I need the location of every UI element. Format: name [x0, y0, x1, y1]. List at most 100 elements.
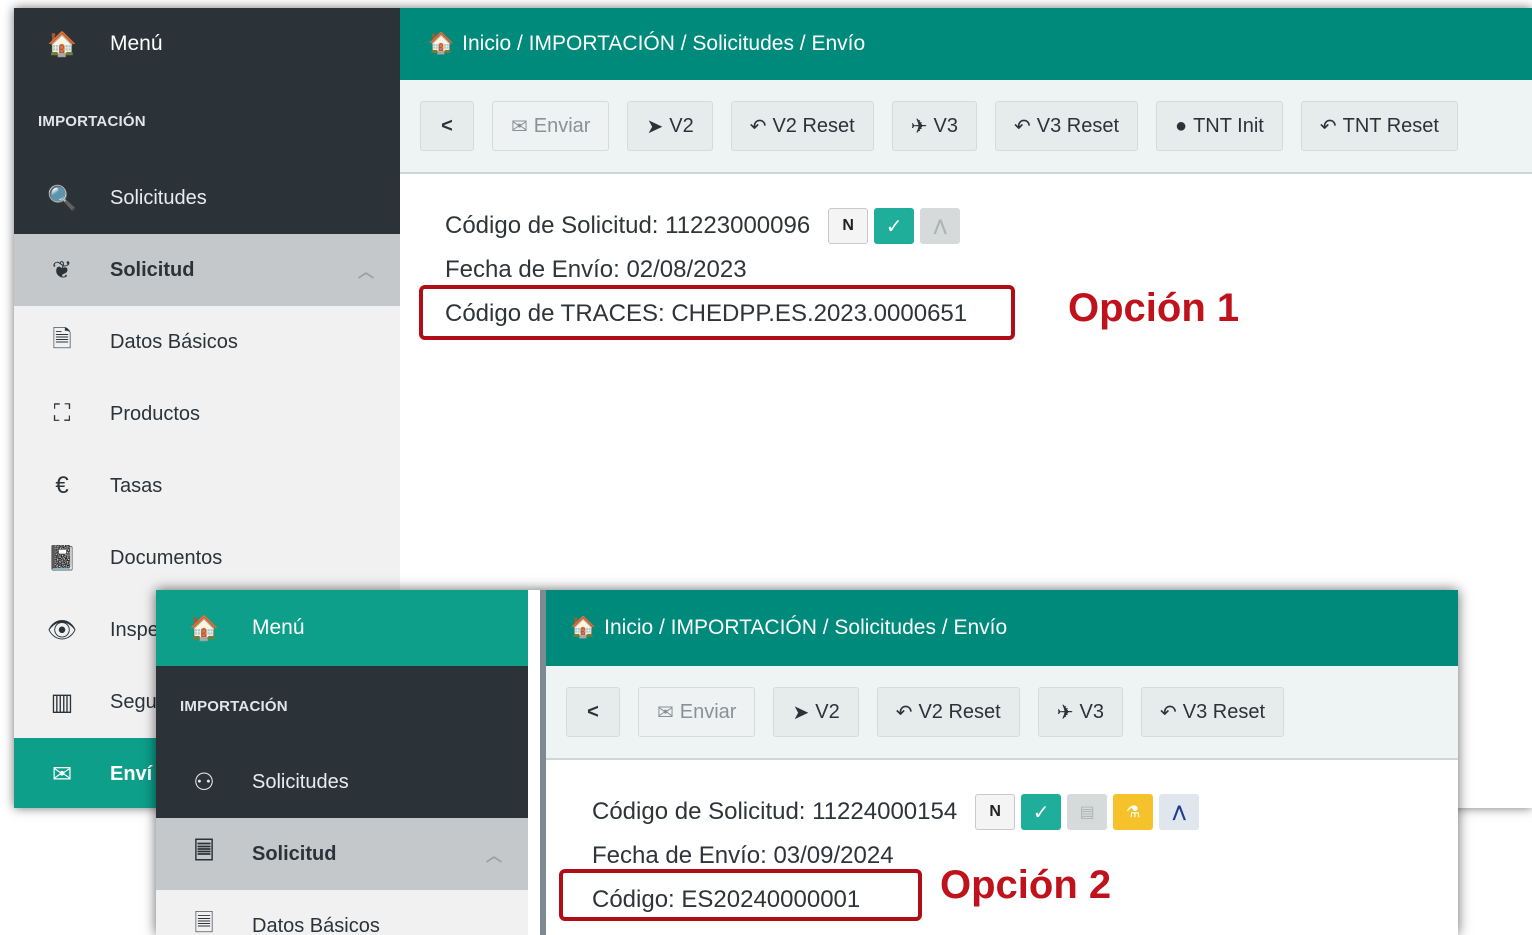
v2-reset-label: V2 Reset — [918, 700, 1001, 723]
chevron-up-icon: ︿ — [485, 848, 502, 865]
sidebar-item-productos[interactable]: ⛶ Productos — [14, 378, 400, 450]
sidebar-item-tasas[interactable]: € Tasas — [14, 450, 400, 522]
eye-icon: 👁 — [46, 616, 78, 644]
paper-plane-icon: ➤ — [646, 115, 664, 138]
check-icon[interactable]: ✓ — [1021, 794, 1062, 830]
menu-label: Menú — [110, 32, 163, 55]
back-button[interactable]: < — [566, 687, 620, 737]
check-icon[interactable]: ✓ — [874, 208, 915, 244]
reply-icon: ↶ — [1319, 115, 1337, 138]
v3-reset-button[interactable]: ↶ V3 Reset — [1140, 687, 1284, 737]
v2-reset-label: V2 Reset — [772, 114, 855, 137]
sidebar-menu-toggle[interactable]: 🏠 Menú — [156, 590, 528, 666]
reply-icon: ↶ — [1159, 701, 1177, 724]
sidebar-item-documentos[interactable]: 📓 Documentos — [14, 522, 400, 594]
v3-reset-label: V3 Reset — [1036, 114, 1119, 137]
chevron-up-icon: ︿ — [357, 264, 374, 281]
status-badges: N ✓ ⋀ — [828, 208, 961, 244]
codigo-solicitud-row: Código de Solicitud: 11224000154 N ✓ ▤ ⚗… — [592, 790, 1458, 834]
aeat-logo-icon[interactable]: ⋀ — [1159, 794, 1200, 830]
back-button[interactable]: < — [420, 101, 474, 151]
home-icon: 🏠 — [189, 614, 219, 642]
codigo-solicitud-text: Código de Solicitud: 11223000096 — [445, 212, 811, 239]
codigo-solicitud-row: Código de Solicitud: 11223000096 N ✓ ⋀ — [445, 204, 1532, 248]
tnt-init-button[interactable]: ● TNT Init — [1156, 101, 1283, 151]
sidebar-section-title: IMPORTACIÓN — [156, 666, 528, 746]
reply-icon: ↶ — [749, 115, 767, 138]
euro-icon: € — [55, 472, 69, 499]
status-badges: N ✓ ▤ ⚗ ⋀ — [975, 794, 1200, 830]
sidebar-item-label: Solicitudes — [252, 770, 349, 793]
toolbar: < ✉ Enviar ➤ V2 ↶ V2 Reset ✈ V3 ↶ V3 Reset ● T… — [400, 80, 1532, 174]
aeat-logo-icon[interactable]: ⋀ — [920, 208, 961, 244]
cubes-icon: ⛶ — [53, 400, 71, 427]
list-doc-icon: 🗏 — [194, 909, 214, 935]
flask-icon[interactable]: ⚗ — [1113, 794, 1154, 830]
tnt-reset-label: TNT Reset — [1342, 114, 1439, 137]
sidebar-item-label: Tasas — [110, 474, 163, 497]
v2-label: V2 — [815, 700, 840, 723]
sidebar-item-label: Inspe — [110, 618, 159, 641]
v2-label: V2 — [669, 114, 694, 137]
chevron-left-icon: < — [587, 700, 599, 723]
home-icon: 🏠 — [47, 30, 77, 58]
breadcrumb-text[interactable]: Inicio / IMPORTACIÓN / Solicitudes / Env… — [462, 32, 865, 56]
v3-button[interactable]: ✈ V3 — [891, 101, 977, 151]
n-badge[interactable]: N — [975, 794, 1016, 830]
v2-reset-button[interactable]: ↶ V2 Reset — [730, 101, 874, 151]
v3-reset-button[interactable]: ↶ V3 Reset — [994, 101, 1138, 151]
sidebar-item-label: Enví — [110, 762, 153, 785]
sidebar-item-solicitudes[interactable]: ⚇ Solicitudes — [156, 746, 528, 818]
tnt-init-label: TNT Init — [1193, 114, 1264, 137]
sidebar-item-label: Solicitud — [252, 842, 337, 865]
highlight-option-1 — [419, 285, 1015, 340]
sidebar-item-solicitud[interactable]: 🗏 Solicitud ︿ — [156, 818, 528, 890]
v2-button[interactable]: ➤ V2 — [627, 101, 713, 151]
enviar-label: Enviar — [679, 700, 737, 723]
map-icon: ▥ — [50, 688, 74, 716]
paper-plane-icon: ➤ — [792, 701, 810, 724]
v3-reset-label: V3 Reset — [1182, 700, 1265, 723]
home-icon[interactable]: 🏠 — [428, 32, 454, 56]
sidebar-section-title: IMPORTACIÓN — [14, 80, 400, 162]
menu-label: Menú — [252, 616, 305, 639]
sidebar-item-datos-basicos[interactable]: 🗎 Datos Básicos — [14, 306, 400, 378]
enviar-button[interactable]: ✉ Enviar — [492, 101, 610, 151]
v2-reset-button[interactable]: ↶ V2 Reset — [876, 687, 1020, 737]
chevron-left-icon: < — [441, 114, 453, 137]
sidebar-item-label: Documentos — [110, 546, 223, 569]
toolbar: < ✉ Enviar ➤ V2 ↶ V2 Reset ✈ V3 ↶ V3 Reset — [546, 666, 1458, 760]
sidebar-item-label: Solicitud — [110, 258, 195, 281]
sidebar-item-label: Solicitudes — [110, 186, 207, 209]
document-icon[interactable]: ▤ — [1067, 794, 1108, 830]
leaf-icon: ❦ — [51, 256, 73, 284]
sidebar-item-label: Productos — [110, 402, 201, 425]
enviar-button[interactable]: ✉ Enviar — [638, 687, 756, 737]
sidebar: 🏠 Menú IMPORTACIÓN ⚇ Solicitudes 🗏 Solic… — [156, 590, 528, 935]
sidebar-item-label: Segu — [110, 690, 157, 713]
sidebar-item-label: Datos Básicos — [252, 914, 380, 935]
tnt-reset-button[interactable]: ↶ TNT Reset — [1300, 101, 1458, 151]
breadcrumb: 🏠 Inicio / IMPORTACIÓN / Solicitudes / E… — [546, 590, 1458, 666]
rocket-icon: ✈ — [1056, 701, 1074, 724]
envelope-icon: ✉ — [51, 760, 73, 788]
bomb-icon: ● — [1175, 114, 1188, 137]
breadcrumb-text[interactable]: Inicio / IMPORTACIÓN / Solicitudes / Env… — [604, 616, 1007, 640]
v2-button[interactable]: ➤ V2 — [773, 687, 859, 737]
list-doc-icon: 🗏 — [194, 837, 214, 865]
v3-label: V3 — [933, 114, 958, 137]
option-1-label: Opción 1 — [1068, 286, 1240, 330]
sidebar-item-solicitud[interactable]: ❦ Solicitud ︿ — [14, 234, 400, 306]
award-icon: ⚇ — [193, 768, 215, 796]
sidebar-item-datos-basicos[interactable]: 🗏 Datos Básicos — [156, 890, 528, 935]
sidebar-item-solicitudes[interactable]: 🔍 Solicitudes — [14, 162, 400, 234]
v3-button[interactable]: ✈ V3 — [1037, 687, 1123, 737]
v3-label: V3 — [1079, 700, 1104, 723]
enviar-label: Enviar — [533, 114, 591, 137]
option-2-label: Opción 2 — [940, 863, 1112, 907]
home-icon[interactable]: 🏠 — [570, 616, 596, 640]
reply-icon: ↶ — [1013, 115, 1031, 138]
sidebar-menu-toggle[interactable]: 🏠 Menú — [14, 8, 400, 80]
codigo-solicitud-text: Código de Solicitud: 11224000154 — [592, 798, 958, 825]
n-badge[interactable]: N — [828, 208, 869, 244]
